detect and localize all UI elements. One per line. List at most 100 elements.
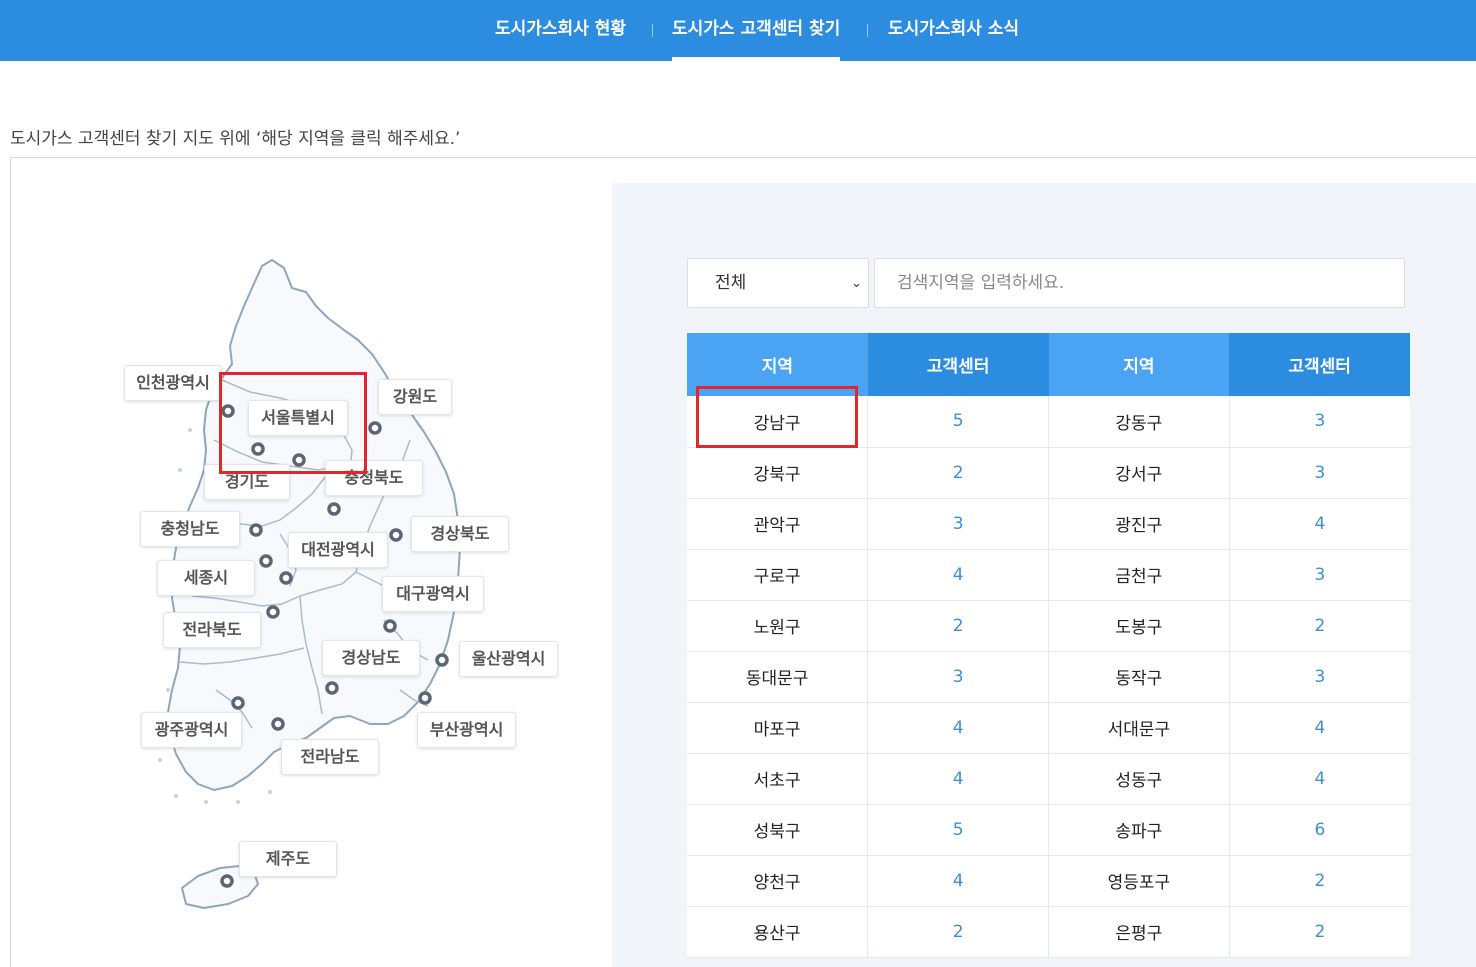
tab-gas-company-status[interactable]: 도시가스회사 현황 [495, 0, 626, 61]
center-count-cell[interactable]: 5 [867, 396, 1049, 448]
region-label-incheon[interactable]: 인천광역시 [124, 365, 222, 401]
region-name-cell: 금천구 [1048, 549, 1230, 601]
region-label-gangwon[interactable]: 강원도 [378, 379, 452, 415]
table-row: 강북구 2 강서구 3 [687, 447, 1410, 499]
center-count-cell[interactable]: 4 [1229, 753, 1410, 805]
region-label-gwangju[interactable]: 광주광역시 [141, 712, 242, 748]
table-row: 관악구 3 광진구 4 [687, 498, 1410, 550]
region-name-cell: 관악구 [687, 498, 869, 550]
table-row: 마포구 4 서대문구 4 [687, 702, 1410, 754]
marker-jeonnam [271, 717, 285, 731]
marker-chungnam [249, 523, 263, 537]
center-count-cell[interactable]: 4 [867, 702, 1049, 754]
header-center-count: 고객센터 [1229, 333, 1410, 396]
table-row: 양천구 4 영등포구 2 [687, 855, 1410, 907]
table-row: 구로구 4 금천구 3 [687, 549, 1410, 601]
center-count-cell[interactable]: 2 [1229, 855, 1410, 907]
region-label-gyeonggi[interactable]: 경기도 [204, 464, 290, 500]
tab-gas-company-news[interactable]: 도시가스회사 소식 [888, 0, 1019, 61]
region-label-busan[interactable]: 부산광역시 [417, 712, 516, 748]
region-label-jeonnam[interactable]: 전라남도 [281, 739, 379, 775]
table-row: 동대문구 3 동작구 3 [687, 651, 1410, 703]
region-name-cell: 성북구 [687, 804, 869, 856]
region-name-cell: 서대문구 [1048, 702, 1230, 754]
center-count-cell[interactable]: 3 [867, 651, 1049, 703]
center-count-cell[interactable]: 2 [867, 600, 1049, 652]
region-name-cell: 노원구 [687, 600, 869, 652]
region-name-cell: 양천구 [687, 855, 869, 907]
region-label-chungbuk[interactable]: 충청북도 [325, 460, 423, 496]
marker-busan [418, 691, 432, 705]
center-count-cell[interactable]: 2 [1229, 906, 1410, 958]
region-label-gyeongnam[interactable]: 경상남도 [322, 640, 420, 676]
region-name-cell: 서초구 [687, 753, 869, 805]
region-label-daejeon[interactable]: 대전광역시 [288, 532, 388, 568]
region-name-cell: 마포구 [687, 702, 869, 754]
marker-sejong [259, 554, 273, 568]
marker-chungbuk [327, 502, 341, 516]
region-label-gyeongbuk[interactable]: 경상북도 [411, 516, 509, 552]
center-count-cell[interactable]: 3 [867, 498, 1049, 550]
marker-gyeongbuk [389, 528, 403, 542]
table-row: 서초구 4 성동구 4 [687, 753, 1410, 805]
instruction-text: 도시가스 고객센터 찾기 지도 위에 ‘해당 지역을 클릭 해주세요.’ [10, 129, 461, 149]
header-region: 지역 [687, 333, 868, 396]
center-count-cell[interactable]: 4 [1229, 498, 1410, 550]
region-label-jeju[interactable]: 제주도 [239, 841, 337, 877]
tab-customer-center-finder[interactable]: 도시가스 고객센터 찾기 [672, 0, 841, 61]
region-name-cell: 성동구 [1048, 753, 1230, 805]
marker-incheon [221, 404, 235, 418]
marker-jeju [220, 874, 234, 888]
center-count-cell[interactable]: 5 [867, 804, 1049, 856]
region-name-cell: 강남구 [687, 396, 869, 448]
marker-gangwon [368, 421, 382, 435]
region-name-cell: 광진구 [1048, 498, 1230, 550]
nav-divider [652, 24, 653, 37]
marker-seoul-1 [251, 442, 265, 456]
region-name-cell: 용산구 [687, 906, 869, 958]
top-nav: 도시가스회사 현황 도시가스 고객센터 찾기 도시가스회사 소식 [0, 0, 1476, 61]
table-row: 성북구 5 송파구 6 [687, 804, 1410, 856]
region-name-cell: 동대문구 [687, 651, 869, 703]
center-count-cell[interactable]: 2 [1229, 600, 1410, 652]
marker-jeonbuk [266, 605, 280, 619]
region-label-jeonbuk[interactable]: 전라북도 [163, 612, 261, 648]
region-label-seoul[interactable]: 서울특별시 [248, 400, 348, 436]
region-label-sejong[interactable]: 세종시 [157, 560, 255, 596]
center-count-cell[interactable]: 2 [867, 447, 1049, 499]
region-name-cell: 은평구 [1048, 906, 1230, 958]
center-count-cell[interactable]: 3 [1229, 396, 1410, 448]
table-row: 용산구 2 은평구 2 [687, 906, 1410, 958]
center-count-cell[interactable]: 6 [1229, 804, 1410, 856]
center-count-cell[interactable]: 2 [867, 906, 1049, 958]
marker-daejeon [279, 571, 293, 585]
region-select[interactable]: 전체 ⌄ [687, 258, 869, 308]
center-count-cell[interactable]: 4 [867, 549, 1049, 601]
region-search-input[interactable] [874, 258, 1405, 308]
region-name-cell: 송파구 [1048, 804, 1230, 856]
region-label-daegu[interactable]: 대구광역시 [382, 576, 484, 612]
center-count-cell[interactable]: 4 [867, 855, 1049, 907]
chevron-down-icon: ⌄ [851, 276, 862, 291]
region-name-cell: 도봉구 [1048, 600, 1230, 652]
marker-seoul-2 [292, 453, 306, 467]
region-name-cell: 영등포구 [1048, 855, 1230, 907]
header-center-count: 고객센터 [867, 333, 1049, 396]
region-label-chungnam[interactable]: 충청남도 [140, 511, 240, 547]
marker-daegu [383, 619, 397, 633]
region-select-value: 전체 [715, 273, 747, 293]
marker-gwangju [231, 696, 245, 710]
region-name-cell: 강북구 [687, 447, 869, 499]
table-row: 노원구 2 도봉구 2 [687, 600, 1410, 652]
marker-gyeongnam [325, 681, 339, 695]
region-label-ulsan[interactable]: 울산광역시 [459, 641, 558, 677]
region-name-cell: 구로구 [687, 549, 869, 601]
center-count-cell[interactable]: 4 [1229, 702, 1410, 754]
center-count-cell[interactable]: 3 [1229, 651, 1410, 703]
marker-ulsan [435, 653, 449, 667]
region-name-cell: 동작구 [1048, 651, 1230, 703]
center-count-cell[interactable]: 3 [1229, 549, 1410, 601]
region-name-cell: 강동구 [1048, 396, 1230, 448]
center-count-cell[interactable]: 4 [867, 753, 1049, 805]
center-count-cell[interactable]: 3 [1229, 447, 1410, 499]
